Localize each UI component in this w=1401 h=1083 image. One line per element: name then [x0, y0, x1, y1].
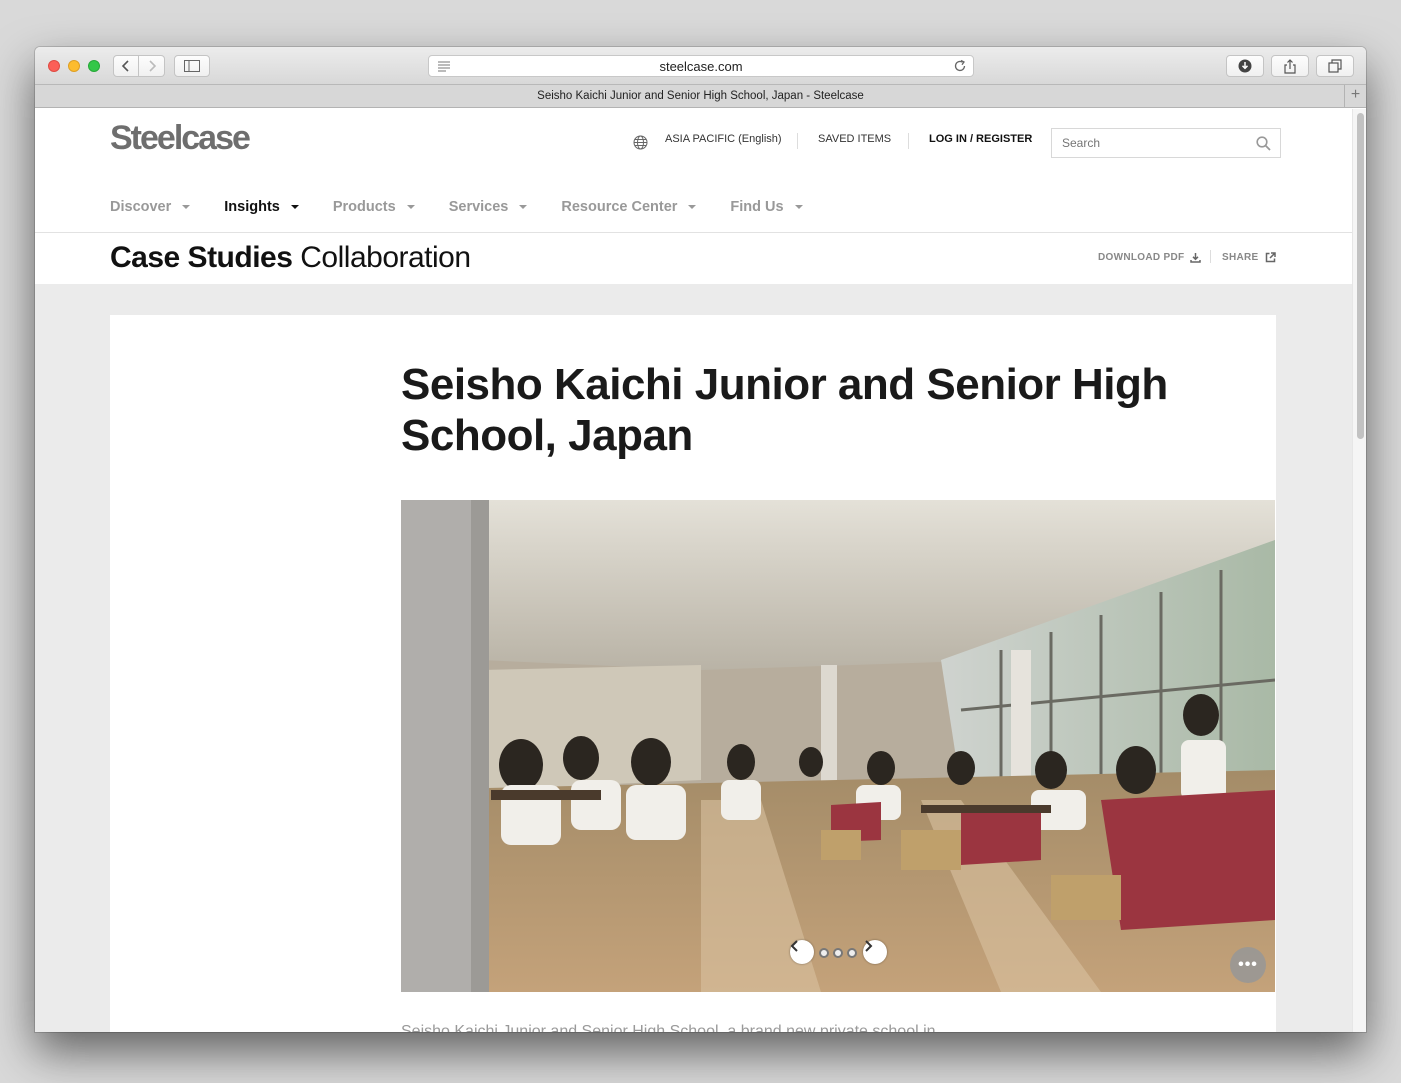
reload-icon[interactable]: [953, 59, 967, 73]
nav-products[interactable]: Products: [333, 199, 415, 215]
share-label: SHARE: [1222, 252, 1259, 263]
carousel-dot-2[interactable]: [833, 948, 843, 958]
nav-label: Services: [448, 199, 509, 215]
more-options-button[interactable]: •••: [1230, 947, 1266, 983]
search-icon[interactable]: [1256, 136, 1271, 151]
nav-label: Find Us: [730, 199, 784, 215]
site-logo[interactable]: Steelcase: [110, 119, 251, 158]
tabs-overview-button[interactable]: [1316, 55, 1354, 77]
download-pdf-label: DOWNLOAD PDF: [1098, 252, 1185, 263]
chevron-right-icon: [148, 60, 156, 72]
page-heading: Case Studies Collaboration: [110, 241, 471, 275]
article-intro-text: Seisho Kaichi Junior and Senior High Sch…: [401, 1023, 936, 1032]
divider: [908, 133, 909, 149]
chevron-left-icon: [121, 60, 129, 72]
carousel-dot-1[interactable]: [819, 948, 829, 958]
caret-down-icon: [794, 205, 803, 209]
nav-discover[interactable]: Discover: [110, 199, 191, 215]
caret-down-icon: [519, 205, 528, 209]
site-search[interactable]: [1051, 128, 1281, 158]
nav-resource-center[interactable]: Resource Center: [561, 199, 697, 215]
divider: [797, 133, 798, 149]
category-title[interactable]: Collaboration: [300, 241, 471, 274]
address-bar[interactable]: steelcase.com: [428, 55, 974, 77]
caret-down-icon: [290, 205, 299, 209]
caret-down-icon: [406, 205, 415, 209]
nav-divider: [35, 232, 1352, 233]
vertical-scrollbar[interactable]: [1352, 109, 1366, 1032]
nav-find-us[interactable]: Find Us: [730, 199, 803, 215]
saved-items-link[interactable]: SAVED ITEMS: [818, 133, 891, 145]
nav-label: Discover: [110, 199, 172, 215]
region-selector[interactable]: ASIA PACIFIC (English): [665, 133, 782, 145]
share-link[interactable]: SHARE: [1222, 252, 1276, 263]
download-circle-icon: [1238, 59, 1252, 73]
caret-down-icon: [182, 205, 191, 209]
chevron-right-icon: [865, 940, 873, 952]
cafeteria-photo: [401, 500, 1275, 992]
sidebar-toggle-button[interactable]: [174, 55, 210, 77]
main-navigation: Discover Insights Products Services Reso…: [110, 199, 837, 215]
url-text: steelcase.com: [659, 58, 743, 74]
search-input[interactable]: [1062, 136, 1242, 150]
reader-icon[interactable]: [437, 60, 451, 72]
new-tab-button[interactable]: +: [1344, 85, 1366, 107]
minimize-window-button[interactable]: [68, 60, 80, 72]
divider: [1210, 250, 1211, 263]
browser-toolbar: steelcase.com: [35, 47, 1366, 85]
carousel-next-button[interactable]: [863, 940, 887, 964]
page-content: Steelcase ASIA PACIFIC (English) SAVED I…: [35, 109, 1352, 1032]
sidebar-icon: [184, 60, 200, 72]
caret-down-icon: [688, 205, 697, 209]
nav-label: Insights: [224, 199, 280, 215]
article-title: Seisho Kaichi Junior and Senior High Sch…: [401, 360, 1168, 460]
share-icon: [1284, 58, 1296, 74]
forward-button[interactable]: [139, 55, 165, 77]
tab-bar: Seisho Kaichi Junior and Senior High Sch…: [35, 85, 1366, 108]
login-register-link[interactable]: LOG IN / REGISTER: [929, 133, 1032, 145]
active-tab-title[interactable]: Seisho Kaichi Junior and Senior High Sch…: [537, 90, 864, 102]
nav-insights[interactable]: Insights: [224, 199, 299, 215]
carousel-dot-3[interactable]: [847, 948, 857, 958]
globe-icon[interactable]: [633, 135, 648, 150]
browser-window: steelcase.com Seisho Kaichi Junior and S…: [35, 47, 1366, 1032]
tabs-icon: [1328, 59, 1342, 73]
section-title[interactable]: Case Studies: [110, 241, 293, 274]
article-photo-carousel[interactable]: •••: [401, 500, 1275, 992]
download-icon: [1190, 253, 1202, 263]
nav-label: Resource Center: [561, 199, 678, 215]
history-nav: [113, 55, 165, 77]
scrollbar-thumb[interactable]: [1357, 113, 1364, 439]
nav-label: Products: [332, 199, 396, 215]
share-button[interactable]: [1271, 55, 1309, 77]
carousel-prev-button[interactable]: [790, 940, 814, 964]
nav-services[interactable]: Services: [449, 199, 528, 215]
zoom-window-button[interactable]: [88, 60, 100, 72]
downloads-button[interactable]: [1226, 55, 1264, 77]
chevron-left-icon: [790, 940, 798, 952]
download-pdf-button[interactable]: DOWNLOAD PDF: [1098, 252, 1202, 263]
back-button[interactable]: [113, 55, 139, 77]
close-window-button[interactable]: [48, 60, 60, 72]
external-link-icon: [1265, 252, 1276, 263]
